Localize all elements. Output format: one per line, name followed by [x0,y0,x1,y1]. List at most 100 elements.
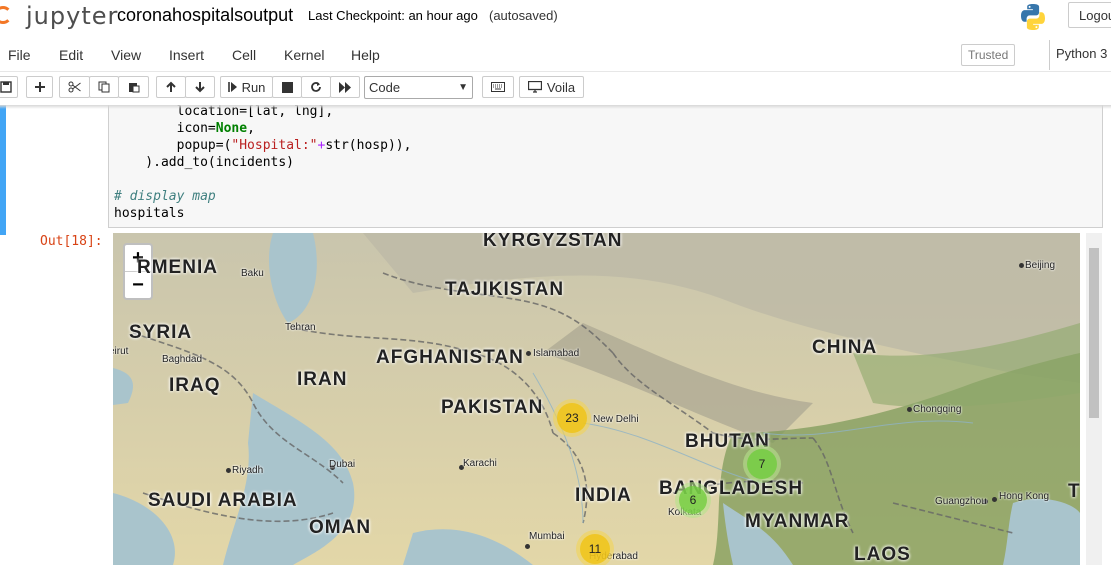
redo-icon [311,82,321,92]
save-button[interactable] [0,76,18,98]
city-label: Mumbai [529,531,565,542]
save-icon [0,81,12,93]
country-label: KYRGYZSTAN [483,233,623,251]
cut-button[interactable] [59,76,90,98]
city-label: Baku [241,268,264,279]
city-dot [992,497,997,502]
insert-cell-button[interactable] [26,76,53,98]
copy-button[interactable] [89,76,119,98]
country-label: IRAN [297,369,348,390]
country-label: T [1068,481,1080,502]
code-line: icon=None, [114,121,255,136]
interrupt-button[interactable] [272,76,302,98]
run-label: Run [241,79,266,95]
map-terrain [113,233,1080,565]
city-dot [526,351,531,356]
move-up-button[interactable] [156,76,186,98]
marker-cluster-count: 6 [679,486,707,514]
city-label: Beijing [1025,260,1056,271]
output-prompt: Out[18]: [40,234,103,249]
paste-icon [128,83,139,93]
stop-icon [281,81,293,93]
country-label: PAKISTAN [441,397,544,418]
country-label: TAJIKISTAN [445,279,565,300]
trusted-indicator[interactable]: Trusted [961,44,1016,66]
city-label: Riyadh [232,465,264,476]
marker-cluster[interactable]: 6 [675,482,711,518]
country-label: SYRIA [129,322,193,343]
country-label: RMENIA [137,257,218,278]
city-label: Islamabad [533,348,580,359]
run-button[interactable]: Run [220,76,273,98]
kernel-indicator: Python 3 [1049,40,1107,70]
city-dot [525,544,530,549]
command-palette-button[interactable] [482,76,514,98]
code-line: ).add_to(incidents) [114,155,295,170]
marker-cluster[interactable]: 7 [743,445,781,483]
chevron-down-icon: ▼ [458,82,468,93]
copy-icon [98,81,110,93]
folium-map[interactable]: + − KYRGYZSTAN RMENIA TAJIKISTAN SYRIA A… [113,233,1080,565]
city-label: Dubai [329,459,356,470]
code-cell[interactable]: location=[lat, lng], icon=None, popup=("… [0,105,1111,576]
notebook-name[interactable]: coronahospitalsoutput [117,5,293,26]
city-label: Chongqing [913,404,962,415]
menu-insert[interactable]: Insert [169,47,204,63]
marker-cluster-count: 7 [747,449,777,479]
cell-type-select[interactable]: Code ▼ [364,76,473,99]
notebook-header: jupyter coronahospitalsoutput Last Check… [0,0,1111,41]
restart-run-all-button[interactable] [330,76,360,98]
city-dot [226,468,231,473]
country-label: MYANMAR [745,511,850,532]
marker-cluster-count: 11 [580,534,610,564]
city-label: Guangzhou [935,496,987,507]
step-forward-icon [227,82,237,92]
country-label: CHINA [812,337,878,358]
menu-help[interactable]: Help [351,47,380,63]
logout-button[interactable]: Logout [1068,2,1111,28]
code-line: hospitals [114,206,185,221]
code-editor[interactable]: location=[lat, lng], icon=None, popup=("… [108,105,1103,228]
country-label: LAOS [854,544,911,565]
country-label: AFGHANISTAN [376,347,524,368]
code-line: popup=("Hospital:"+str(hosp)), [114,138,412,153]
country-label: IRAQ [169,375,221,396]
country-label: SAUDI ARABIA [148,490,298,511]
fast-forward-icon [338,81,351,93]
jupyter-logo-text: jupyter [26,2,119,30]
voila-label: Voila [546,79,576,95]
menu-file[interactable]: File [8,47,31,63]
arrow-up-icon [166,81,176,92]
marker-cluster[interactable]: 11 [576,530,614,565]
city-dot [1019,263,1024,268]
city-label: New Delhi [593,414,639,425]
jupyter-logo-icon [0,6,12,24]
keyboard-icon [491,82,505,92]
menu-view[interactable]: View [111,47,141,63]
notebook-area: location=[lat, lng], icon=None, popup=("… [0,105,1111,576]
scrollbar-thumb[interactable] [1089,248,1099,418]
menu-edit[interactable]: Edit [59,47,83,63]
restart-button[interactable] [301,76,331,98]
menubar: File Edit View Insert Cell Kernel Help T… [0,40,1111,72]
plus-icon [34,82,45,92]
move-down-button[interactable] [185,76,215,98]
python-logo-icon [1021,4,1045,30]
autosave-status: (autosaved) [489,8,558,23]
cell-selection-bar [0,105,6,235]
output-scrollbar[interactable] [1086,233,1102,565]
menu-kernel[interactable]: Kernel [284,47,324,63]
paste-button[interactable] [118,76,149,98]
voila-button[interactable]: Voila [519,76,584,98]
toolbar: Run Code ▼ Voila [0,72,1111,105]
country-label: OMAN [309,517,372,538]
city-label: Baghdad [162,354,203,365]
marker-cluster-count: 23 [557,403,587,433]
menu-cell[interactable]: Cell [232,47,256,63]
cell-type-value: Code [369,80,401,95]
city-label: Tehran [285,322,316,333]
marker-cluster[interactable]: 23 [553,399,591,437]
city-label: Karachi [463,458,497,469]
city-label: Hong Kong [999,491,1050,502]
desktop-icon [527,81,542,93]
